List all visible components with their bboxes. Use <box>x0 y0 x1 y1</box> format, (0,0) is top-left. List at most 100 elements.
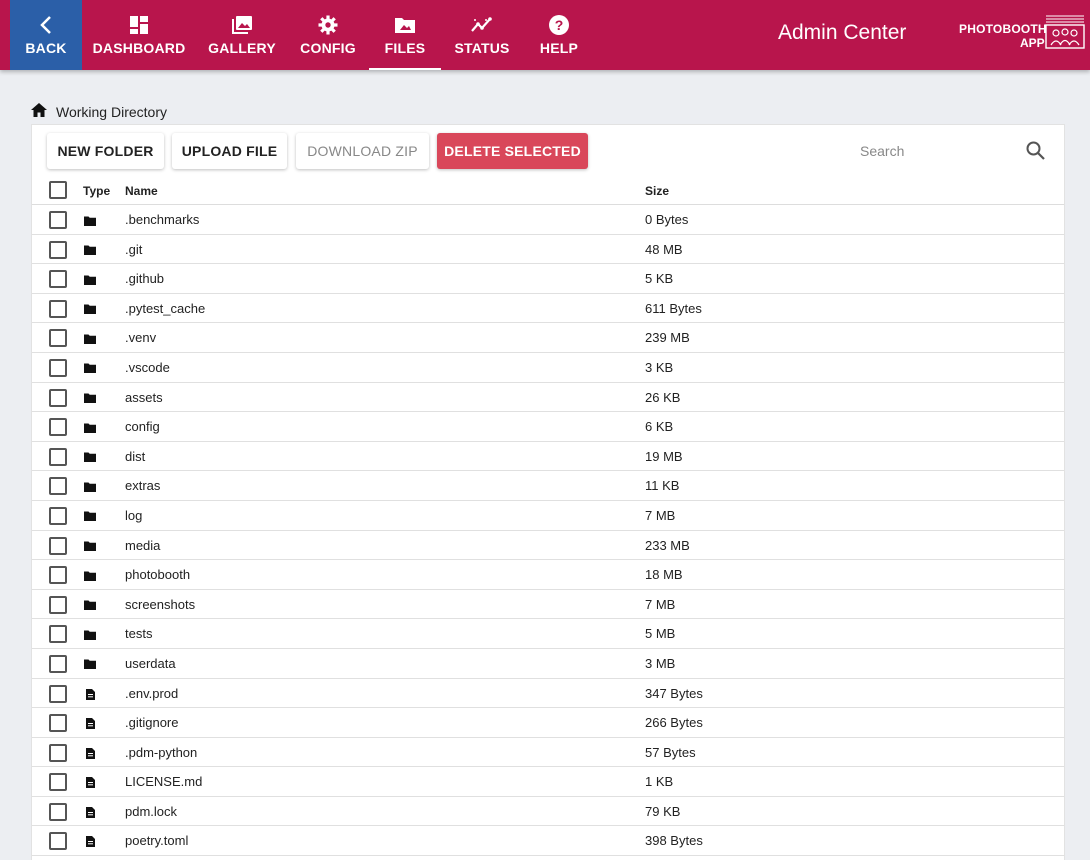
row-size: 5 MB <box>645 626 676 642</box>
table-row[interactable]: .pdm-python 57 Bytes <box>32 738 1064 768</box>
search-icon[interactable] <box>1026 141 1045 165</box>
folder-icon <box>84 511 96 522</box>
row-checkbox[interactable] <box>49 299 67 318</box>
row-name[interactable]: pdm.lock <box>125 804 177 819</box>
row-checkbox[interactable] <box>49 447 67 466</box>
row-checkbox[interactable] <box>49 743 67 762</box>
table-row[interactable]: photobooth 18 MB <box>32 560 1064 590</box>
nav-gallery-label: GALLERY <box>208 40 276 56</box>
folder-icon <box>84 304 96 315</box>
nav-help[interactable]: ? HELP <box>530 0 588 70</box>
table-row[interactable]: .benchmarks 0 Bytes <box>32 205 1064 235</box>
table-row[interactable]: .gitignore 266 Bytes <box>32 708 1064 738</box>
row-name[interactable]: config <box>125 419 160 434</box>
row-checkbox[interactable] <box>49 418 67 437</box>
select-all-checkbox[interactable] <box>49 181 67 199</box>
home-icon[interactable] <box>31 102 47 122</box>
row-name[interactable]: assets <box>125 390 163 405</box>
row-checkbox[interactable] <box>49 477 67 496</box>
folder-icon <box>84 629 96 640</box>
nav-status-label: STATUS <box>454 40 510 56</box>
row-name[interactable]: .pdm-python <box>125 745 197 760</box>
row-name[interactable]: screenshots <box>125 597 195 612</box>
row-name[interactable]: tests <box>125 626 152 641</box>
row-checkbox[interactable] <box>49 536 67 555</box>
row-name[interactable]: .pytest_cache <box>125 301 205 316</box>
table-row[interactable]: .pytest_cache 611 Bytes <box>32 294 1064 324</box>
nav-status[interactable]: STATUS <box>450 0 514 70</box>
delete-selected-button[interactable]: DELETE SELECTED <box>437 133 588 169</box>
nav-files[interactable]: FILES <box>369 0 441 70</box>
brand-logo: PHOTOBOOTH APP <box>956 13 1086 53</box>
column-size[interactable]: Size <box>645 184 669 198</box>
table-row[interactable]: poetry.toml 398 Bytes <box>32 826 1064 857</box>
new-folder-button[interactable]: NEW FOLDER <box>47 133 164 169</box>
row-checkbox[interactable] <box>49 566 67 585</box>
table-row[interactable]: dist 19 MB <box>32 442 1064 472</box>
row-name[interactable]: dist <box>125 449 145 464</box>
gear-icon <box>317 14 339 36</box>
nav-gallery[interactable]: GALLERY <box>206 0 278 70</box>
row-name[interactable]: .gitignore <box>125 715 178 730</box>
row-checkbox[interactable] <box>49 684 67 703</box>
row-name[interactable]: userdata <box>125 656 176 671</box>
dashboard-icon <box>128 14 150 36</box>
row-name[interactable]: .env.prod <box>125 686 178 701</box>
search-input[interactable] <box>860 136 1010 166</box>
table-row[interactable]: extras 11 KB <box>32 471 1064 501</box>
folder-icon <box>84 333 96 344</box>
table-row[interactable]: .env.prod 347 Bytes <box>32 679 1064 709</box>
row-name[interactable]: extras <box>125 478 160 493</box>
upload-file-button[interactable]: UPLOAD FILE <box>172 133 287 169</box>
nav-config[interactable]: CONFIG <box>296 0 360 70</box>
table-row[interactable]: LICENSE.md 1 KB <box>32 767 1064 797</box>
row-name[interactable]: .venv <box>125 330 156 345</box>
row-name[interactable]: media <box>125 538 160 553</box>
table-row[interactable]: userdata 3 MB <box>32 649 1064 679</box>
row-checkbox[interactable] <box>49 773 67 792</box>
nav-dashboard[interactable]: DASHBOARD <box>91 0 187 70</box>
row-checkbox[interactable] <box>49 270 67 289</box>
table-row[interactable]: media 233 MB <box>32 531 1064 561</box>
row-checkbox[interactable] <box>49 506 67 525</box>
row-checkbox[interactable] <box>49 625 67 644</box>
row-name[interactable]: LICENSE.md <box>125 774 202 789</box>
row-name[interactable]: .git <box>125 242 142 257</box>
row-checkbox[interactable] <box>49 654 67 673</box>
row-name[interactable]: poetry.toml <box>125 833 188 848</box>
table-row[interactable]: pdm.lock 79 KB <box>32 797 1064 827</box>
row-size: 57 Bytes <box>645 744 696 760</box>
download-zip-button[interactable]: DOWNLOAD ZIP <box>296 133 429 169</box>
table-row[interactable]: .vscode 3 KB <box>32 353 1064 383</box>
table-row[interactable]: config 6 KB <box>32 412 1064 442</box>
row-checkbox[interactable] <box>49 802 67 821</box>
row-name[interactable]: .github <box>125 271 164 286</box>
row-checkbox[interactable] <box>49 329 67 348</box>
table-row[interactable]: assets 26 KB <box>32 383 1064 413</box>
table-row[interactable]: .github 5 KB <box>32 264 1064 294</box>
folder-icon <box>84 274 96 285</box>
row-checkbox[interactable] <box>49 211 67 229</box>
top-navigation-bar: BACK DASHBOARD GALLERY CONFIG FILES STAT… <box>0 0 1090 70</box>
row-name[interactable]: .benchmarks <box>125 212 199 227</box>
row-checkbox[interactable] <box>49 714 67 733</box>
table-row[interactable]: .venv 239 MB <box>32 323 1064 353</box>
row-checkbox[interactable] <box>49 240 67 259</box>
table-row[interactable]: .git 48 MB <box>32 235 1064 265</box>
back-button[interactable]: BACK <box>10 0 82 70</box>
row-size: 18 MB <box>645 567 683 583</box>
row-name[interactable]: photobooth <box>125 567 190 582</box>
table-row[interactable]: log 7 MB <box>32 501 1064 531</box>
table-row[interactable]: tests 5 MB <box>32 619 1064 649</box>
column-type[interactable]: Type <box>83 184 110 198</box>
row-size: 19 MB <box>645 448 683 464</box>
table-row[interactable]: screenshots 7 MB <box>32 590 1064 620</box>
row-checkbox[interactable] <box>49 595 67 614</box>
row-checkbox[interactable] <box>49 388 67 407</box>
row-checkbox[interactable] <box>49 832 67 851</box>
column-name[interactable]: Name <box>125 184 158 198</box>
row-checkbox[interactable] <box>49 358 67 377</box>
folder-icon <box>84 481 96 492</box>
row-name[interactable]: log <box>125 508 142 523</box>
row-name[interactable]: .vscode <box>125 360 170 375</box>
